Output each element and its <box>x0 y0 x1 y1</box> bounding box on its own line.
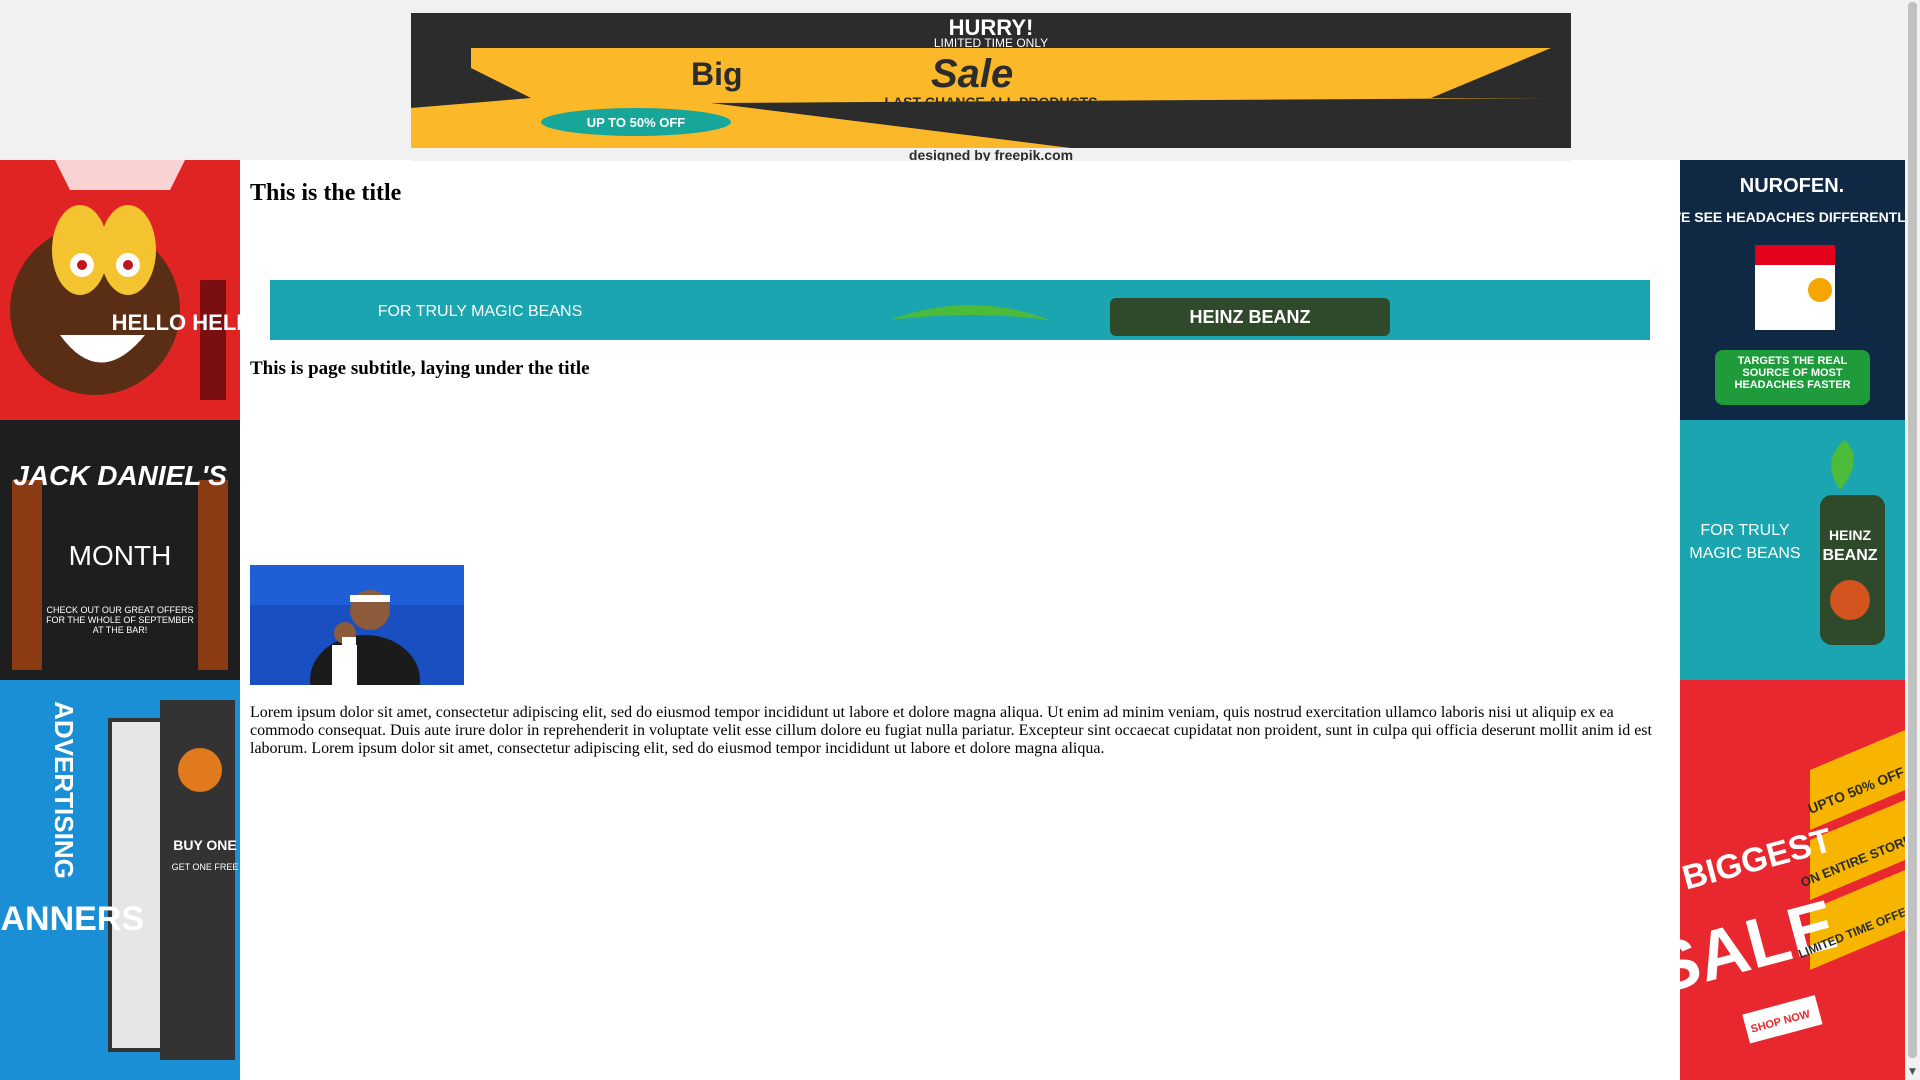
jack-daniels-title: JACK DANIEL'S <box>13 460 227 491</box>
left-ad-hells[interactable]: HELLO HELLS <box>0 160 240 420</box>
jack-daniels-sub: CHECK OUT OUR GREAT OFFERS FOR THE WHOLE… <box>46 605 194 635</box>
body-paragraph: Lorem ipsum dolor sit amet, consectetur … <box>250 704 1652 757</box>
sale-banner-graphic: HURRY! LIMITED TIME ONLY Big Sale LAST C… <box>411 13 1571 161</box>
top-ad-strip: HURRY! LIMITED TIME ONLY Big Sale LAST C… <box>0 0 1905 161</box>
sale-discount-text: UP TO 50% OFF <box>587 115 686 130</box>
vertical-scrollbar[interactable]: ▼ <box>1905 0 1920 1080</box>
hells-ad-text: HELLO HELLS <box>112 310 240 335</box>
get-one-free-text: GET ONE FREE <box>172 862 239 872</box>
mid-banner-graphic: FOR TRULY MAGIC BEANS HEINZ BEANZ <box>270 280 1650 340</box>
jack-daniels-month: MONTH <box>69 540 172 571</box>
right-ad-heinz[interactable]: HEINZ BEANZ FOR TRULY MAGIC BEANS <box>1680 420 1905 680</box>
page-title: This is the title <box>250 180 402 206</box>
scrollbar-thumb[interactable] <box>1908 2 1917 1058</box>
tennis-player-image <box>250 565 464 685</box>
nurofen-ad-graphic: NUROFEN. WE SEE HEADACHES DIFFERENTLY. T… <box>1680 160 1905 420</box>
sale-limited-text: LIMITED TIME ONLY <box>934 36 1048 50</box>
nurofen-slogan: WE SEE HEADACHES DIFFERENTLY. <box>1680 209 1905 225</box>
mid-banner-right-text: HEINZ BEANZ <box>1190 307 1311 327</box>
top-sale-banner-ad[interactable]: HURRY! LIMITED TIME ONLY Big Sale LAST C… <box>411 13 1571 161</box>
nurofen-cta: TARGETS THE REAL SOURCE OF MOST HEADACHE… <box>1734 355 1851 391</box>
mid-banner-left-text: FOR TRULY MAGIC BEANS <box>378 303 582 320</box>
scroll-down-arrow-icon[interactable]: ▼ <box>1908 1066 1917 1078</box>
heinz-can-text-2: BEANZ <box>1822 547 1877 564</box>
heinz-can-text-1: HEINZ <box>1829 527 1871 543</box>
advertising-text: ADVERTISING <box>49 701 79 879</box>
jack-daniels-ad-graphic: JACK DANIEL'S MONTH CHECK OUT OUR GREAT … <box>0 420 240 680</box>
sale-weekend-text: THIS WEEKEND ONLY <box>917 108 1066 124</box>
heinz-text-2: MAGIC BEANS <box>1689 545 1800 562</box>
buy-one-text: BUY ONE <box>173 837 237 853</box>
heinz-text-1: FOR TRULY <box>1700 522 1790 539</box>
left-ad-jack-daniels[interactable]: JACK DANIEL'S MONTH CHECK OUT OUR GREAT … <box>0 420 240 680</box>
biggest-sale-ad-graphic: BIGGEST SALE UPTO 50% OFF ON ENTIRE STOR… <box>1680 680 1905 1080</box>
tennis-player-graphic <box>250 565 464 685</box>
left-ad-advertising-banners[interactable]: ADVERTISING BANNERS BUY ONE GET ONE FREE <box>0 680 240 1080</box>
sale-big-text: Big <box>691 56 743 92</box>
banners-text: BANNERS <box>0 900 144 938</box>
advertising-banners-ad-graphic: ADVERTISING BANNERS BUY ONE GET ONE FREE <box>0 680 240 1080</box>
right-ad-nurofen[interactable]: NUROFEN. WE SEE HEADACHES DIFFERENTLY. T… <box>1680 160 1905 420</box>
sale-credit-text: designed by freepik.com <box>909 147 1073 161</box>
heinz-ad-graphic: HEINZ BEANZ FOR TRULY MAGIC BEANS <box>1680 420 1905 680</box>
page-subtitle: This is page subtitle, laying under the … <box>250 358 590 379</box>
right-ad-biggest-sale[interactable]: BIGGEST SALE UPTO 50% OFF ON ENTIRE STOR… <box>1680 680 1905 1080</box>
sale-word-text: Sale <box>931 52 1013 96</box>
hells-ad-graphic: HELLO HELLS <box>0 160 240 420</box>
nurofen-brand: NUROFEN. <box>1740 175 1844 197</box>
mid-heinz-banner-ad[interactable]: FOR TRULY MAGIC BEANS HEINZ BEANZ <box>270 280 1650 340</box>
